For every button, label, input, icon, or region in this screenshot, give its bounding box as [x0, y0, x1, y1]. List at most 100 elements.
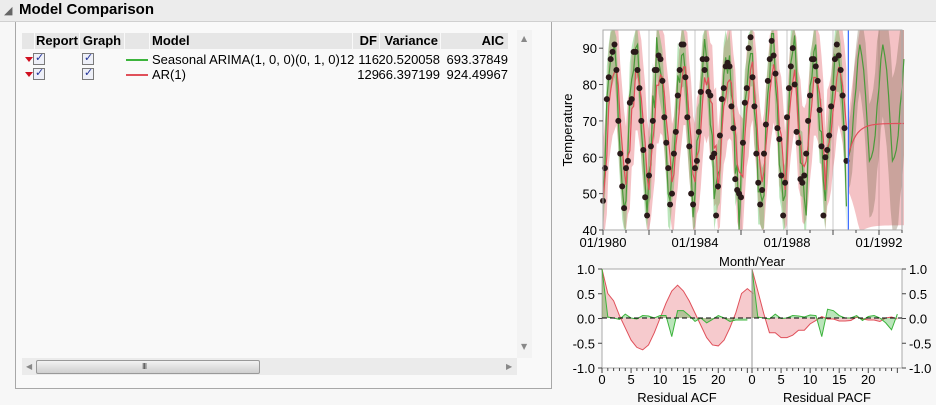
data-point: [749, 74, 756, 81]
data-point: [818, 143, 825, 150]
data-point: [690, 201, 697, 208]
x-tick-label: 01/1980: [580, 235, 627, 250]
y-tick-label: 1.0: [577, 262, 595, 277]
data-point: [753, 150, 760, 157]
data-point: [812, 63, 819, 70]
data-point: [759, 187, 766, 193]
x-tick-label: 5: [627, 372, 634, 387]
data-point: [772, 70, 779, 77]
data-point: [822, 154, 829, 161]
acf-label: Residual ACF: [637, 390, 717, 405]
data-point: [657, 56, 664, 63]
data-point: [615, 117, 622, 124]
x-tick-label: 01/1984: [672, 235, 719, 250]
y-tick-label: 0.5: [577, 287, 595, 302]
data-point: [661, 114, 668, 121]
x-tick-label: 10: [653, 372, 667, 387]
data-point: [638, 117, 645, 124]
data-point: [778, 172, 785, 179]
data-point: [634, 67, 641, 73]
data-point: [828, 103, 835, 110]
data-point: [770, 52, 777, 59]
data-point: [780, 212, 787, 219]
y-tick-label: -1.0: [573, 361, 595, 376]
data-point: [716, 132, 723, 139]
y-tick-label: 1.0: [909, 262, 927, 277]
y-tick-label: -1.0: [909, 361, 931, 376]
data-point: [663, 139, 670, 146]
data-point: [621, 205, 628, 212]
data-point: [839, 92, 846, 99]
data-point: [795, 139, 802, 146]
y-tick-label: 0.5: [909, 287, 927, 302]
data-point: [801, 172, 808, 179]
data-point: [738, 194, 744, 201]
data-point: [745, 45, 752, 52]
data-point: [688, 190, 695, 197]
data-point: [711, 150, 718, 157]
data-point: [680, 41, 687, 48]
data-point: [835, 52, 842, 59]
data-point: [810, 56, 817, 63]
data-point: [670, 150, 677, 157]
x-tick-label: 10: [803, 372, 817, 387]
data-point: [695, 128, 702, 135]
data-point: [686, 143, 693, 150]
data-point: [718, 96, 725, 103]
data-point: [807, 92, 813, 99]
data-point: [607, 56, 614, 63]
data-point: [805, 117, 812, 124]
data-point: [603, 96, 610, 103]
data-point: [628, 96, 635, 103]
data-point: [642, 194, 649, 201]
y-tick-label: 0.0: [577, 312, 595, 327]
data-point: [785, 85, 792, 92]
data-point: [837, 67, 844, 73]
data-point: [647, 143, 654, 150]
data-point: [743, 85, 750, 92]
data-point: [636, 85, 643, 92]
x-tick-label: 01/1988: [764, 235, 811, 250]
data-point: [789, 45, 796, 52]
y-tick-label: 90: [583, 41, 597, 56]
y-tick-label: 0.0: [909, 312, 927, 327]
data-point: [826, 132, 833, 139]
data-point: [713, 212, 720, 219]
data-point: [674, 92, 681, 99]
data-point: [684, 114, 691, 121]
x-tick-label: 15: [832, 372, 846, 387]
data-point: [605, 74, 612, 81]
data-point: [715, 183, 721, 190]
data-point: [669, 190, 675, 197]
data-point: [720, 85, 727, 92]
x-tick-label: 5: [777, 372, 784, 387]
data-point: [667, 201, 674, 208]
data-point: [799, 179, 806, 186]
data-point: [787, 63, 794, 70]
y-axis-label: Temperature: [560, 94, 575, 167]
data-point: [611, 41, 618, 48]
data-point: [833, 41, 840, 48]
data-point: [761, 150, 767, 157]
data-point: [782, 179, 789, 186]
data-point: [732, 176, 739, 183]
data-point: [741, 99, 748, 106]
data-point: [609, 48, 616, 55]
data-point: [676, 67, 683, 73]
x-tick-label: 20: [711, 372, 725, 387]
x-tick-label: 0: [598, 372, 605, 387]
data-point: [803, 150, 810, 157]
y-tick-label: -0.5: [573, 336, 595, 351]
y-tick-label: 80: [583, 78, 597, 93]
data-point: [653, 67, 660, 73]
x-axis-label: Month/Year: [719, 254, 786, 269]
y-tick-label: 70: [583, 114, 597, 129]
data-point: [730, 125, 737, 132]
data-point: [617, 150, 624, 157]
data-point: [824, 147, 831, 153]
data-point: [624, 157, 631, 164]
data-point: [784, 114, 790, 121]
data-point: [672, 128, 679, 135]
data-point: [623, 165, 629, 172]
time-series-plot: 40506070809001/1980 01/1984 01/1988 01/1992: [580, 29, 905, 250]
